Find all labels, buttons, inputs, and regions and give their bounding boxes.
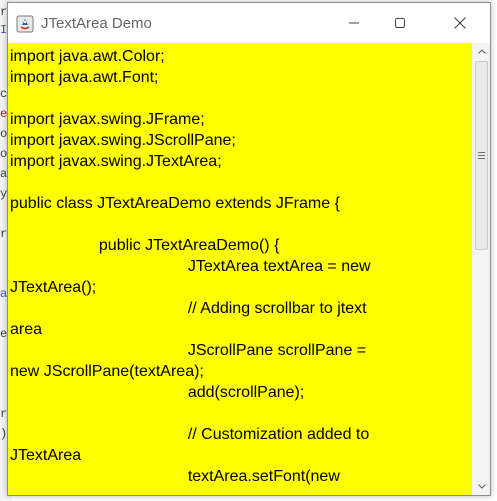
text-line: area	[10, 321, 43, 338]
text-line: import javax.swing.JTextArea;	[10, 153, 222, 170]
close-button[interactable]	[437, 3, 483, 43]
text-area[interactable]: import java.awt.Color; import java.awt.Fo…	[8, 43, 471, 495]
scroll-up-arrow-icon	[477, 49, 486, 54]
minimize-button[interactable]	[331, 3, 377, 43]
close-icon	[454, 17, 466, 29]
text-line: import javax.swing.JFrame;	[10, 111, 205, 128]
content-pane: import java.awt.Color; import java.awt.Fo…	[8, 43, 490, 495]
scroll-down-arrow-icon	[477, 484, 486, 489]
java-app-icon[interactable]	[16, 15, 34, 33]
text-line: JTextArea();	[10, 279, 97, 296]
grip-icon	[478, 152, 485, 159]
text-line: add(scrollPane);	[10, 384, 305, 401]
text-line: // Adding scrollbar to jtext	[10, 300, 367, 317]
scrollbar-thumb[interactable]	[475, 61, 488, 250]
text-line: JTextArea textArea = new	[10, 258, 371, 275]
text-line: JTextArea	[10, 447, 82, 464]
text-line: JScrollPane scrollPane =	[10, 342, 367, 359]
text-line: public JTextAreaDemo() {	[10, 237, 280, 254]
scroll-down-button[interactable]	[472, 478, 491, 495]
jtextarea-demo-window: JTextArea Demo import java.awt.Color; imp…	[7, 2, 491, 496]
minimize-icon	[349, 22, 359, 24]
vertical-scrollbar[interactable]	[471, 43, 490, 495]
title-bar[interactable]: JTextArea Demo	[8, 3, 490, 43]
text-line: textArea.setFont(new	[10, 468, 340, 485]
text-line: import javax.swing.JScrollPane;	[10, 132, 236, 149]
text-line: public class JTextAreaDemo extends JFram…	[10, 195, 340, 212]
maximize-button[interactable]	[377, 3, 423, 43]
scroll-up-button[interactable]	[472, 43, 491, 60]
text-line: // Customization added to	[10, 426, 370, 443]
text-line: import java.awt.Color;	[10, 48, 165, 65]
maximize-icon	[395, 18, 405, 28]
text-line: new JScrollPane(textArea);	[10, 363, 204, 380]
window-title: JTextArea Demo	[41, 15, 152, 32]
text-line: import java.awt.Font;	[10, 69, 159, 86]
